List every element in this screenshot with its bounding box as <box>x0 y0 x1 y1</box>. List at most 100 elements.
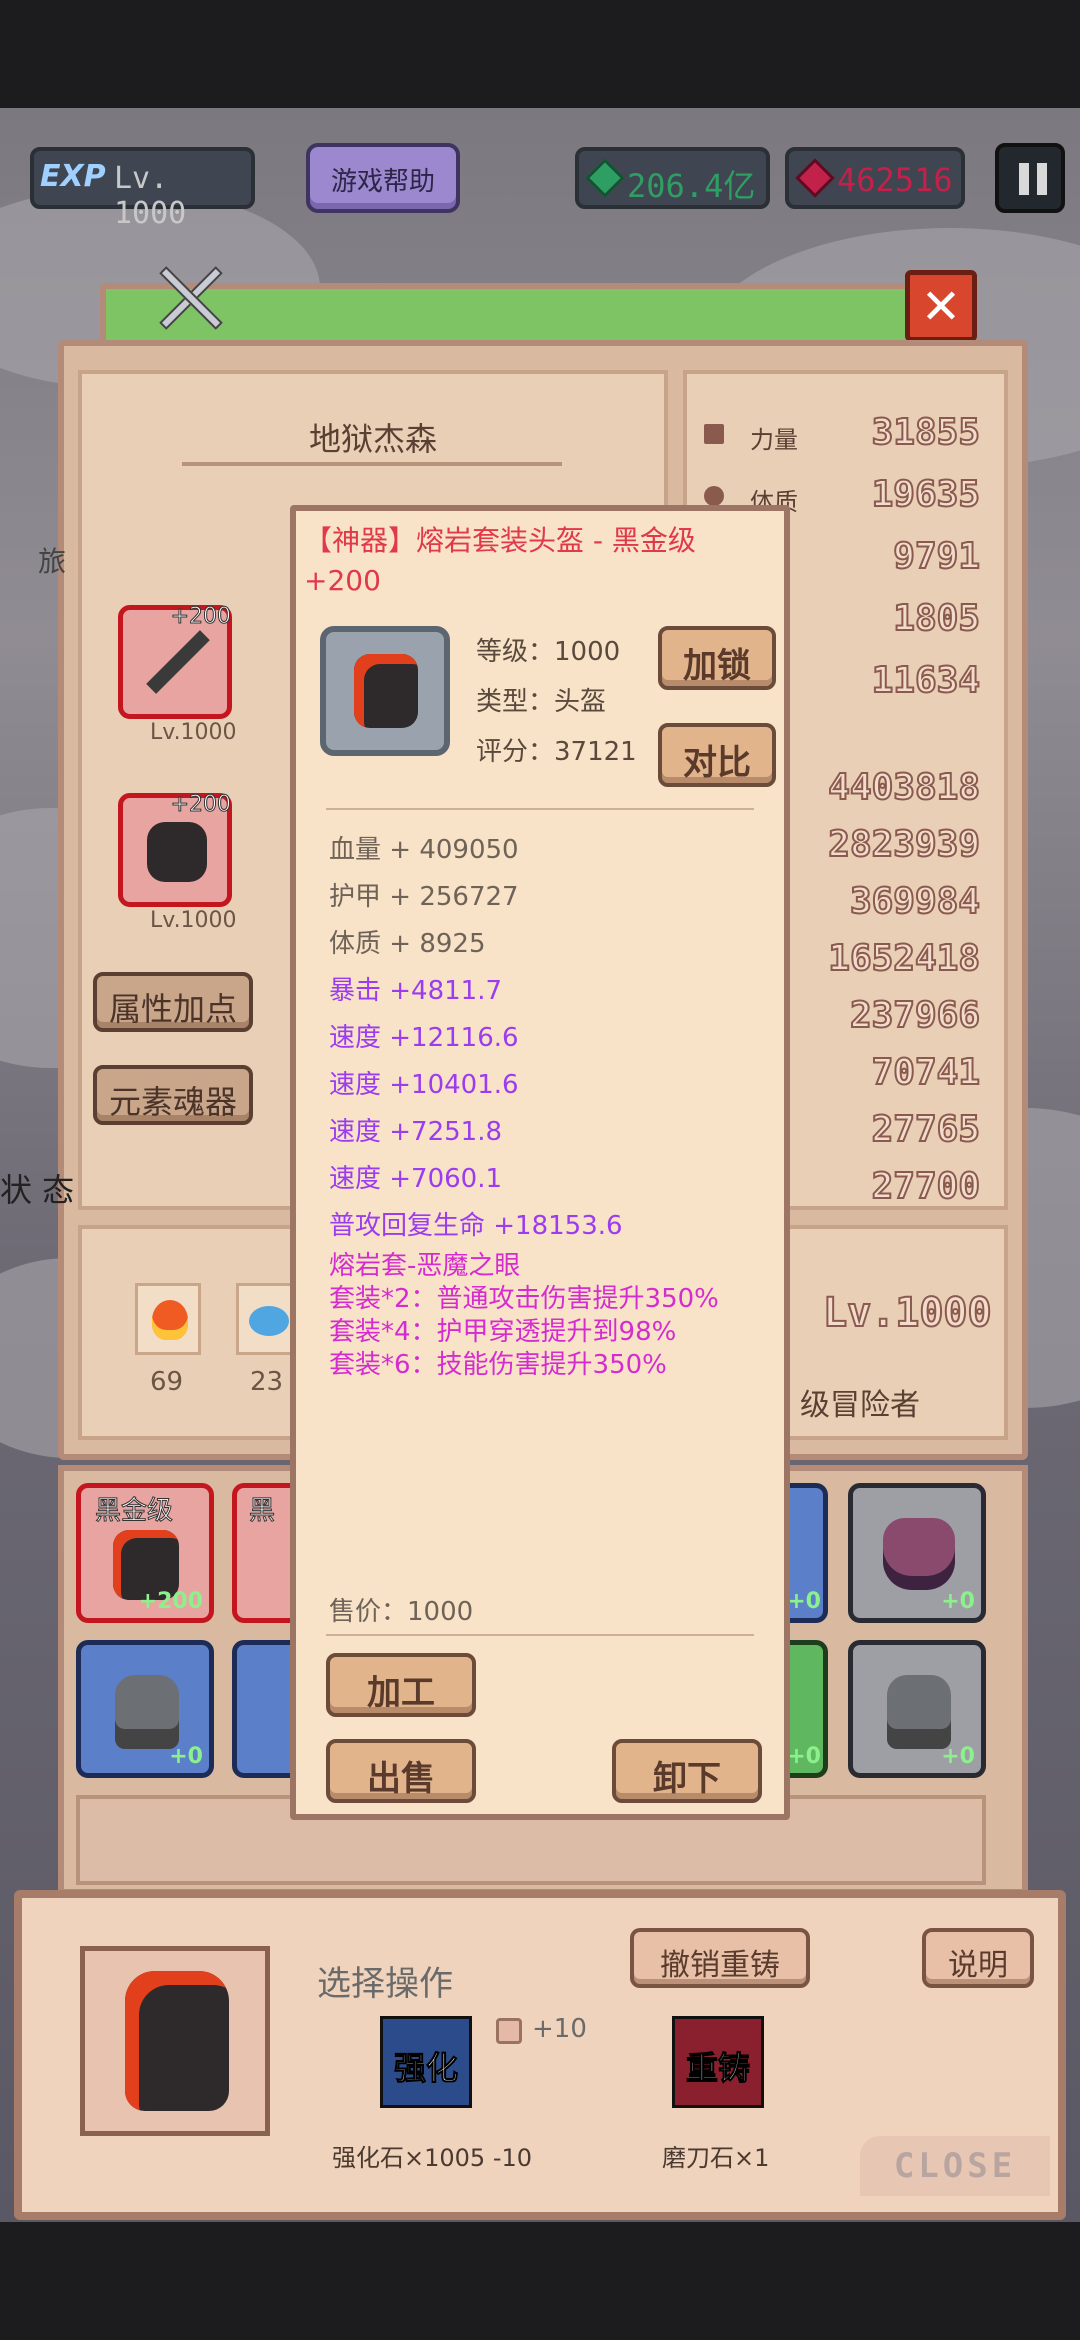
player-level: Lv.1000 <box>822 1289 993 1337</box>
pause-button[interactable] <box>995 143 1065 213</box>
equip-level-1: Lv.1000 <box>150 720 237 745</box>
process-button[interactable]: 加工 <box>326 1653 476 1717</box>
item-title: 【神器】熔岩套装头盔 - 黑金级 +200 <box>304 521 784 601</box>
fire-orb-count: 69 <box>150 1367 184 1397</box>
stat-value: 2823939 <box>827 823 981 866</box>
explain-label: 说明 <box>948 1948 1008 1983</box>
inventory-slot-8[interactable]: +0 <box>848 1640 986 1778</box>
water-orb-icon <box>236 1283 296 1355</box>
equip-level-2: Lv.1000 <box>150 908 237 933</box>
inventory-slot-3-plus: +0 <box>169 1744 203 1769</box>
stat-value: 4403818 <box>827 766 981 809</box>
inventory-slot-4[interactable] <box>232 1640 292 1778</box>
attr-speed-4: 速度 +7060.1 <box>329 1164 503 1194</box>
close-window-button[interactable]: ✕ <box>905 270 977 342</box>
side-text-left: 旅 <box>38 545 67 578</box>
close-icon: ✕ <box>920 279 962 335</box>
gloves-icon <box>147 822 207 882</box>
equip-plus-2: +200 <box>170 792 231 818</box>
inventory-slot-6-plus: +0 <box>941 1589 975 1614</box>
explain-button[interactable]: 说明 <box>922 1928 1034 1988</box>
inventory-slot-5[interactable]: +0 <box>787 1483 828 1623</box>
unequip-button-label: 卸下 <box>653 1759 721 1799</box>
water-orb-count: 23 <box>250 1367 284 1397</box>
strength-icon <box>704 424 724 444</box>
undo-recast-button[interactable]: 撤销重铸 <box>630 1928 810 1988</box>
stat-value: 70741 <box>871 1051 981 1094</box>
unequip-button[interactable]: 卸下 <box>612 1739 762 1803</box>
vitality-icon <box>704 486 724 506</box>
stat-value: 237966 <box>849 994 981 1037</box>
plus-ten-label: +10 <box>532 2014 587 2044</box>
item-price: 售价：1000 <box>329 1597 474 1627</box>
divider <box>326 1634 754 1636</box>
lava-helmet-icon <box>354 654 418 728</box>
stat-value: 11634 <box>871 659 981 702</box>
stat-value: 1805 <box>892 597 981 640</box>
equip-slot-weapon[interactable]: +200 <box>118 604 232 719</box>
nav-bar <box>0 2222 1080 2340</box>
lock-button[interactable]: 加锁 <box>658 626 776 690</box>
set-effect-4: 套装*4：护甲穿透提升到98% <box>329 1317 677 1347</box>
green-gem-icon <box>585 158 625 198</box>
undo-recast-label: 撤销重铸 <box>660 1948 780 1983</box>
attribute-points-label: 属性加点 <box>108 990 237 1028</box>
divider <box>326 808 754 810</box>
inventory-slot-5-plus: +0 <box>787 1589 821 1614</box>
inventory-slot-7[interactable]: +0 <box>787 1640 828 1778</box>
checkbox-icon[interactable] <box>496 2018 522 2044</box>
choose-action-label: 选择操作 <box>317 1964 453 2004</box>
item-score: 评分：37121 <box>476 737 637 767</box>
enhance-stone-icon[interactable]: 强化 <box>380 2016 472 2108</box>
level-text: Lv. 1000 <box>114 161 187 231</box>
item-level: 等级：1000 <box>476 637 621 667</box>
inventory-slot-6[interactable]: +0 <box>848 1483 986 1623</box>
crossed-swords-icon <box>150 258 230 338</box>
help-button-label: 游戏帮助 <box>330 167 435 197</box>
attr-hp: 血量 + 409050 <box>329 835 519 865</box>
sell-button-label: 出售 <box>367 1759 435 1799</box>
knight-helmet-icon <box>887 1675 951 1749</box>
compare-button-label: 对比 <box>683 743 751 783</box>
attribute-points-button[interactable]: 属性加点 <box>93 972 253 1032</box>
attr-speed-1: 速度 +12116.6 <box>329 1023 519 1053</box>
pause-icon <box>1019 163 1029 195</box>
selected-item-frame <box>80 1946 270 2136</box>
help-button[interactable]: 游戏帮助 <box>306 143 460 213</box>
status-bar <box>0 0 1080 108</box>
equip-slot-gloves[interactable]: +200 <box>118 792 232 907</box>
inventory-slot-2[interactable]: 黑 <box>232 1483 292 1623</box>
stat-value: 19635 <box>871 473 981 516</box>
character-name: 地狱杰森 <box>308 420 437 458</box>
set-name: 熔岩套-恶魔之眼 <box>329 1251 521 1281</box>
lava-helmet-icon <box>125 1971 229 2111</box>
inventory-slot-1[interactable]: 黑金级 +200 <box>76 1483 214 1623</box>
demon-mask-icon <box>883 1518 955 1590</box>
inventory-slot-1-plus: +200 <box>138 1589 203 1614</box>
item-detail-popup: 【神器】熔岩套装头盔 - 黑金级 +200 等级：1000 类型：头盔 评分：3… <box>290 505 790 1820</box>
recast-stone-icon[interactable]: 重铸 <box>672 2016 764 2108</box>
set-effect-6: 套装*6：技能伤害提升350% <box>329 1350 667 1380</box>
sword-icon <box>146 630 210 694</box>
element-soul-button[interactable]: 元素魂器 <box>93 1065 253 1125</box>
sell-button[interactable]: 出售 <box>326 1739 476 1803</box>
attr-speed-3: 速度 +7251.8 <box>329 1117 503 1147</box>
side-text-status: 状 态 <box>0 1171 75 1209</box>
item-title-line2: +200 <box>304 564 381 597</box>
close-button[interactable]: CLOSE <box>860 2136 1050 2196</box>
attr-lifesteal: 普攻回复生命 +18153.6 <box>329 1211 623 1241</box>
knight-helmet-icon <box>115 1675 179 1749</box>
level-display: EXP Lv. 1000 <box>30 147 255 231</box>
stat-value: 1652418 <box>827 937 981 980</box>
stat-value: 27700 <box>871 1165 981 1208</box>
attr-armor: 护甲 + 256727 <box>329 882 519 912</box>
red-currency-value: 462516 <box>837 161 953 199</box>
green-currency: 206.4亿 <box>575 147 770 209</box>
compare-button[interactable]: 对比 <box>658 723 776 787</box>
attr-crit: 暴击 +4811.7 <box>329 976 503 1006</box>
green-currency-value: 206.4亿 <box>627 167 756 205</box>
element-soul-label: 元素魂器 <box>108 1083 237 1121</box>
forge-action-bar: 选择操作 撤销重铸 说明 强化 +10 重铸 强化石×1005 -10 磨刀石×… <box>14 1890 1066 2220</box>
inventory-slot-3[interactable]: +0 <box>76 1640 214 1778</box>
grind-stone-count: 磨刀石×1 <box>662 2144 770 2172</box>
